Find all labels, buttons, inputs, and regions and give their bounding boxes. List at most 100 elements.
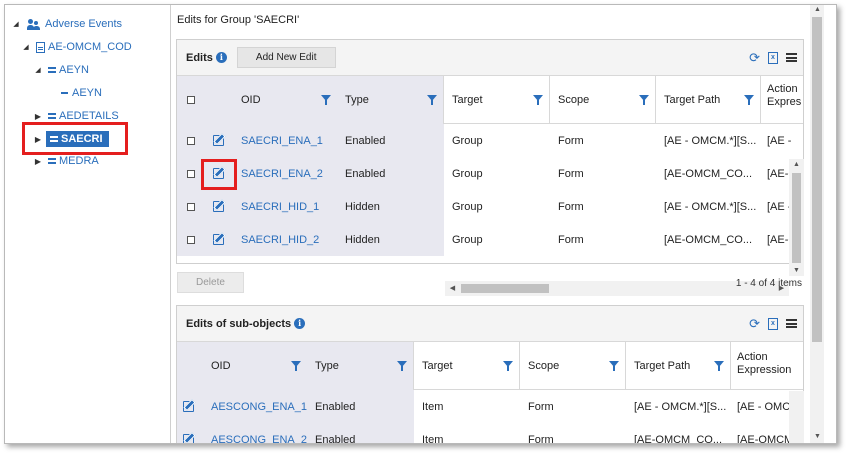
edit-icon[interactable] xyxy=(213,234,224,245)
cell-action: [AE-C xyxy=(767,233,791,246)
column-header-scope[interactable]: Scope xyxy=(550,76,656,124)
expand-icon[interactable]: ◢ xyxy=(21,43,31,51)
column-header-target-path[interactable]: Target Path xyxy=(656,76,761,124)
column-label: Scope xyxy=(558,94,590,106)
add-new-edit-button[interactable]: Add New Edit xyxy=(236,47,336,68)
scroll-thumb[interactable] xyxy=(812,17,822,342)
scroll-up-icon[interactable]: ▲ xyxy=(789,161,804,168)
column-label: Target xyxy=(452,94,483,106)
sub-panel-header: Edits of sub-objects i ⟳ x xyxy=(177,306,803,342)
column-header-target[interactable]: Target xyxy=(444,76,550,124)
delete-button[interactable]: Delete xyxy=(177,272,244,293)
cell-type: Enabled xyxy=(337,157,444,190)
excel-icon[interactable]: x xyxy=(768,317,778,330)
edit-icon[interactable] xyxy=(213,135,224,146)
column-header-oid[interactable]: OID xyxy=(233,76,337,124)
edit-icon[interactable] xyxy=(183,401,194,412)
refresh-icon[interactable]: ⟳ xyxy=(749,51,760,64)
column-header-oid[interactable]: OID xyxy=(203,342,307,390)
edits-header-row: OID Type Target Scope Target Path Action… xyxy=(177,76,803,124)
edits-vscroll[interactable]: ▲ ▼ xyxy=(789,159,804,276)
tree-node-aeyn-item[interactable]: AEYN xyxy=(61,84,102,102)
filter-icon[interactable] xyxy=(397,361,407,371)
main-panel: Edits for Group 'SAECRI' Edits i Add New… xyxy=(172,5,808,443)
sub-panel-title: Edits of sub-objects xyxy=(186,317,292,330)
excel-icon[interactable]: x xyxy=(768,51,778,64)
table-row[interactable]: SAECRI_HID_2 Hidden Group Form [AE-OMCM_… xyxy=(177,223,803,256)
cell-action: [AE-C xyxy=(767,167,791,180)
scroll-down-icon[interactable]: ▼ xyxy=(810,433,825,440)
row-checkbox[interactable] xyxy=(187,169,195,178)
filter-icon[interactable] xyxy=(503,361,513,371)
pager-info: 1 - 4 of 4 items xyxy=(735,278,802,289)
cell-target-path: [AE-OMCM_CO... xyxy=(664,167,753,180)
info-icon[interactable]: i xyxy=(294,318,306,329)
tree-node-medra[interactable]: ▶ MEDRA xyxy=(33,152,99,170)
cell-oid[interactable]: SAECRI_HID_1 xyxy=(233,190,337,223)
filter-icon[interactable] xyxy=(291,361,301,371)
menu-icon[interactable] xyxy=(786,53,797,62)
table-row[interactable]: SAECRI_ENA_1 Enabled Group Form [AE - OM… xyxy=(177,124,803,157)
scroll-down-icon[interactable]: ▼ xyxy=(789,267,804,274)
sub-vscroll[interactable]: ▼ xyxy=(789,391,804,443)
cell-oid[interactable]: SAECRI_HID_2 xyxy=(233,223,337,256)
column-label: Target xyxy=(422,360,453,372)
row-checkbox[interactable] xyxy=(187,202,195,211)
collapse-icon[interactable]: ▶ xyxy=(33,157,43,166)
tree-panel: ◢ Adverse Events ◢ AE-OMCM_COD ◢ AEYN AE… xyxy=(5,5,171,443)
filter-icon[interactable] xyxy=(639,95,649,105)
cell-target-path: [AE - OMCM.*][S... xyxy=(664,200,757,213)
refresh-icon[interactable]: ⟳ xyxy=(749,317,760,330)
collapse-icon[interactable]: ▶ xyxy=(33,112,43,121)
sub-body: AESCONG_ENA_1 Enabled Item Form [AE - OM… xyxy=(177,390,803,443)
cell-oid[interactable]: SAECRI_ENA_2 xyxy=(233,157,337,190)
select-all-checkbox[interactable] xyxy=(187,96,195,104)
column-header-type[interactable]: Type xyxy=(307,342,414,390)
app-frame: ◢ Adverse Events ◢ AE-OMCM_COD ◢ AEYN AE… xyxy=(4,4,837,444)
row-checkbox[interactable] xyxy=(187,136,195,145)
cell-oid[interactable]: AESCONG_ENA_1 xyxy=(203,390,307,423)
expand-icon[interactable]: ◢ xyxy=(11,20,21,28)
scroll-thumb[interactable] xyxy=(461,284,549,293)
row-checkbox[interactable] xyxy=(187,235,195,244)
column-header-type[interactable]: Type xyxy=(337,76,444,124)
column-header-target-path[interactable]: Target Path xyxy=(626,342,731,390)
scroll-thumb[interactable] xyxy=(792,173,801,263)
column-header-scope[interactable]: Scope xyxy=(520,342,626,390)
filter-icon[interactable] xyxy=(427,95,437,105)
cell-oid[interactable]: SAECRI_ENA_1 xyxy=(233,124,337,157)
edits-panel: Edits i Add New Edit ⟳ x OID Type Target… xyxy=(176,39,804,296)
filter-icon[interactable] xyxy=(533,95,543,105)
cell-scope: Form xyxy=(558,233,584,246)
tree-label-form: AE-OMCM_COD xyxy=(48,41,132,53)
column-header-action[interactable]: Action Expression xyxy=(761,76,801,124)
tree-node-aeyn-group[interactable]: ◢ AEYN xyxy=(33,61,89,79)
edit-icon[interactable] xyxy=(213,201,224,212)
filter-icon[interactable] xyxy=(744,95,754,105)
cell-oid[interactable]: AESCONG_ENA_2 xyxy=(203,423,307,443)
column-label: Target Path xyxy=(634,360,691,372)
filter-icon[interactable] xyxy=(321,95,331,105)
cell-target-path: [AE - OMCM.*][S... xyxy=(634,400,727,413)
edit-col-header xyxy=(207,76,233,124)
scroll-up-icon[interactable]: ▲ xyxy=(810,6,825,13)
tree-node-root[interactable]: ◢ Adverse Events xyxy=(11,15,122,33)
highlight-box-tree xyxy=(22,122,128,155)
menu-icon[interactable] xyxy=(786,319,797,328)
filter-icon[interactable] xyxy=(609,361,619,371)
table-row[interactable]: SAECRI_ENA_2 Enabled Group Form [AE-OMCM… xyxy=(177,157,803,190)
tree-node-form[interactable]: ◢ AE-OMCM_COD xyxy=(21,38,132,56)
table-row[interactable]: AESCONG_ENA_2 Enabled Item Form [AE-OMCM… xyxy=(177,423,803,443)
page-vscroll[interactable]: ▲ ▼ xyxy=(810,5,824,443)
column-header-action[interactable]: Action Expression xyxy=(731,342,791,390)
table-row[interactable]: AESCONG_ENA_1 Enabled Item Form [AE - OM… xyxy=(177,390,803,423)
edit-icon[interactable] xyxy=(183,434,194,443)
cell-action: [AE - xyxy=(767,200,791,213)
scroll-left-icon[interactable]: ◀ xyxy=(445,284,460,292)
filter-icon[interactable] xyxy=(714,361,724,371)
tree-label-root: Adverse Events xyxy=(45,18,123,30)
table-row[interactable]: SAECRI_HID_1 Hidden Group Form [AE - OMC… xyxy=(177,190,803,223)
info-icon[interactable]: i xyxy=(215,52,227,63)
column-header-target[interactable]: Target xyxy=(414,342,520,390)
expand-icon[interactable]: ◢ xyxy=(33,66,43,74)
